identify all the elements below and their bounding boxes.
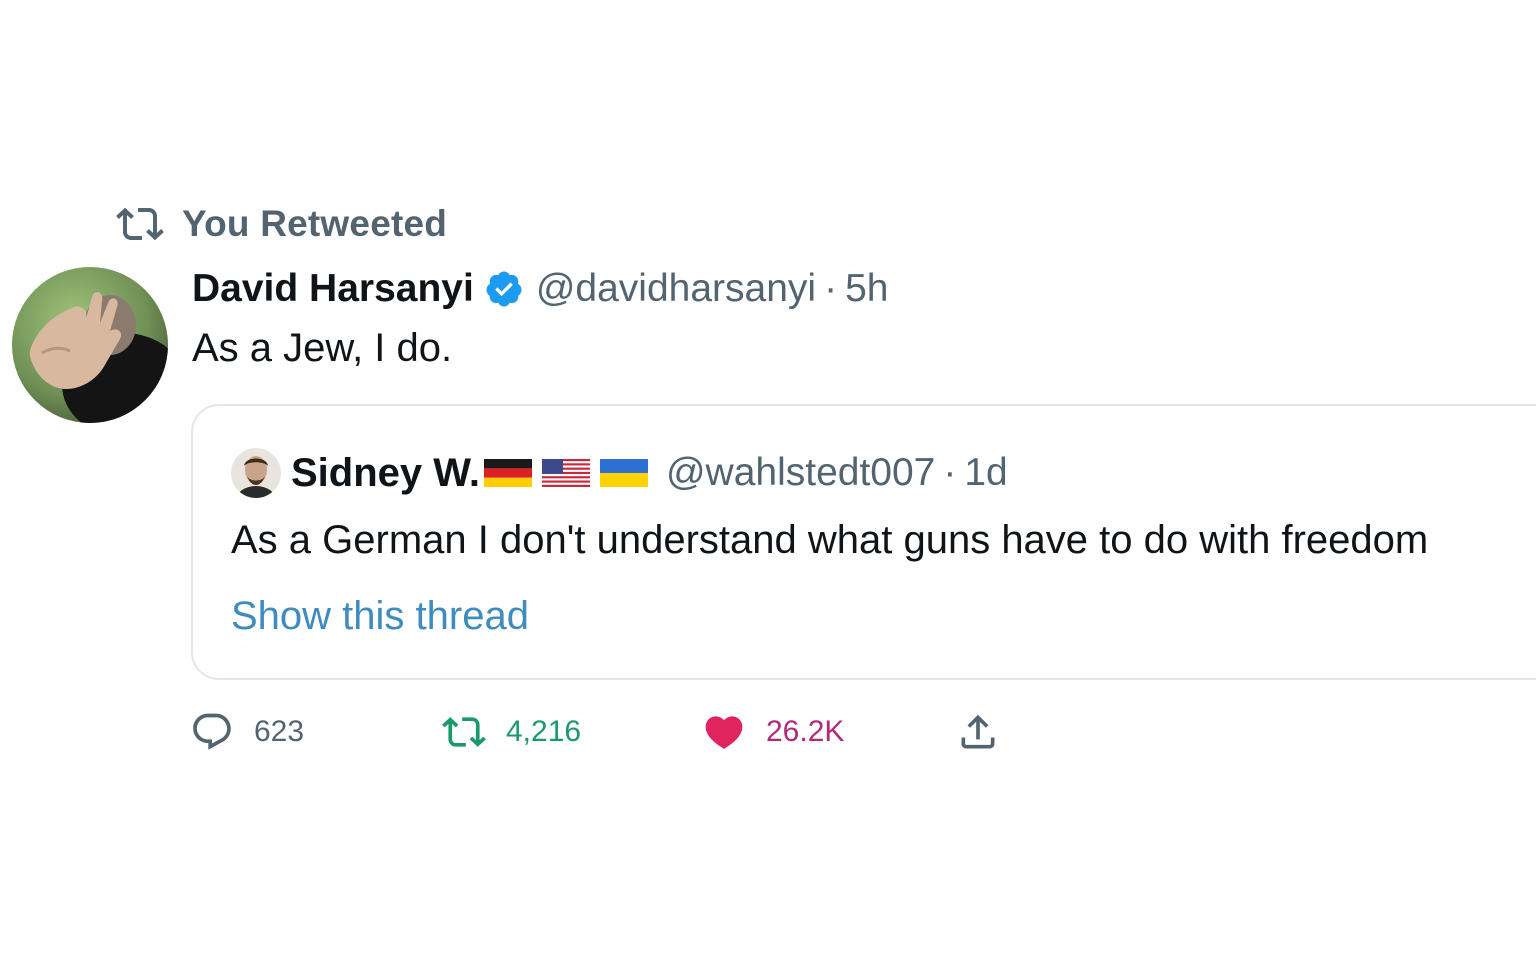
flag-emojis xyxy=(483,457,648,489)
retweet-button[interactable]: 4,216 xyxy=(442,706,581,758)
flag-usa-icon xyxy=(541,457,590,489)
quoted-tweet-text: As a German I don't understand what guns… xyxy=(231,518,1429,562)
retweet-context-label: You Retweeted xyxy=(182,203,448,244)
author-handle[interactable]: @davidharsanyi xyxy=(536,267,816,311)
author-name[interactable]: David Harsanyi xyxy=(192,267,474,311)
separator-dot: · xyxy=(824,267,838,310)
tweet-text: As a Jew, I do. xyxy=(192,326,453,370)
reply-count: 623 xyxy=(254,715,305,748)
tweet-action-bar: 623 4,216 26.2K xyxy=(190,706,1050,758)
retweet-count: 4,216 xyxy=(506,715,582,748)
quoted-tweet-card[interactable]: Sidney W. @wahlstedt007 · 1d As a German… xyxy=(191,404,1536,680)
share-button[interactable] xyxy=(956,706,1000,758)
show-thread-link[interactable]: Show this thread xyxy=(231,594,529,639)
quoted-separator-dot: · xyxy=(943,451,957,494)
quoted-tweet-header: Sidney W. @wahlstedt007 · 1d xyxy=(231,446,1008,500)
retweet-icon xyxy=(442,710,486,754)
flag-germany-icon xyxy=(483,457,532,489)
reply-icon xyxy=(190,710,234,754)
flag-ukraine-icon xyxy=(599,457,648,489)
retweet-icon xyxy=(116,200,164,248)
share-icon xyxy=(956,710,1000,754)
verified-badge-icon xyxy=(484,269,524,309)
tweet-header: David Harsanyi @davidharsanyi · 5h xyxy=(192,262,888,316)
retweet-context: You Retweeted xyxy=(116,200,447,248)
avatar[interactable] xyxy=(12,267,168,423)
like-count: 26.2K xyxy=(766,715,845,748)
quoted-tweet-timestamp[interactable]: 1d xyxy=(964,451,1007,495)
quoted-avatar xyxy=(231,448,281,498)
like-button[interactable]: 26.2K xyxy=(702,706,844,758)
tweet-screenshot: You Retweeted David Harsanyi @davidharsa… xyxy=(0,0,1536,956)
reply-button[interactable]: 623 xyxy=(190,706,304,758)
heart-icon xyxy=(702,710,746,754)
quoted-author-handle[interactable]: @wahlstedt007 xyxy=(666,451,935,495)
quoted-author-name[interactable]: Sidney W. xyxy=(291,451,480,496)
tweet-timestamp[interactable]: 5h xyxy=(845,267,888,311)
